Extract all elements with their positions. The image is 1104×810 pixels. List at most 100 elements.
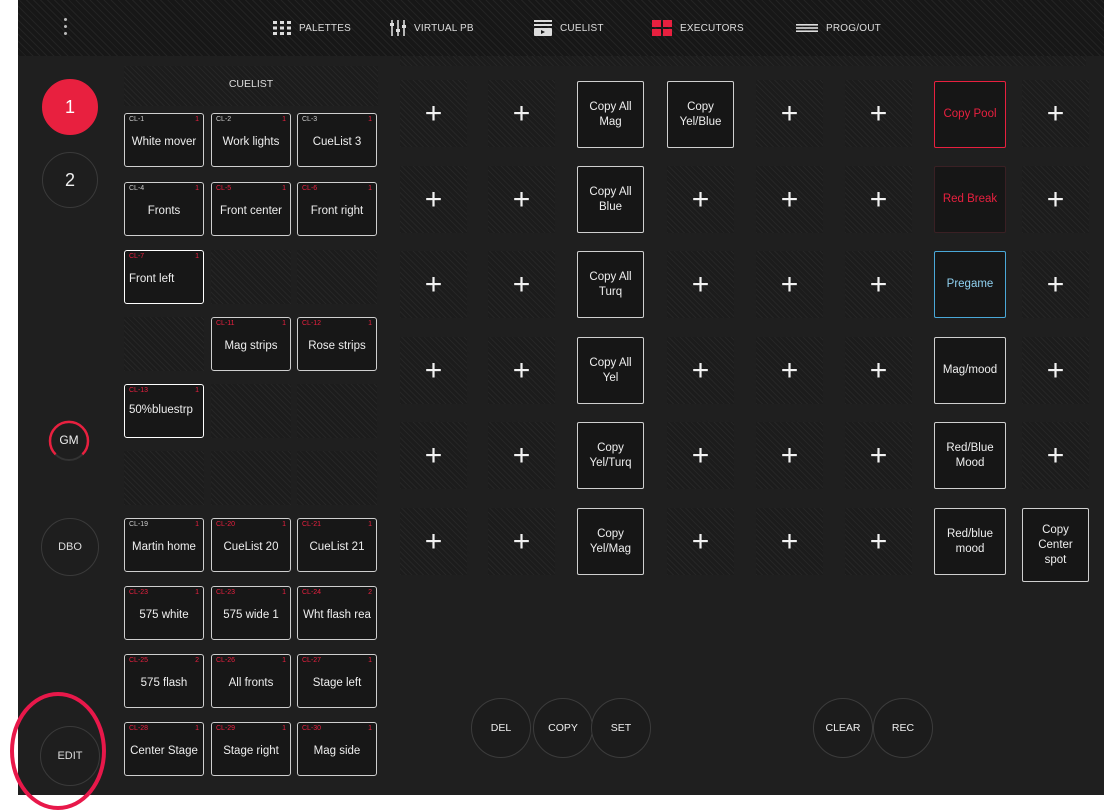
executor-add-button[interactable]: + [845, 337, 912, 404]
cue-cl-23[interactable]: CL-23 1 575 white [124, 586, 204, 640]
copy-button[interactable]: COPY [533, 698, 593, 758]
edit-button[interactable]: EDIT [40, 726, 100, 786]
cue-empty-slot[interactable] [297, 250, 377, 304]
executor-add-button[interactable]: + [488, 422, 555, 489]
executor-add-button[interactable]: + [400, 251, 467, 318]
page-1-button[interactable]: 1 [42, 79, 98, 135]
cue-cl-5[interactable]: CL-5 1 Front center [211, 182, 291, 236]
executor-add-button[interactable]: + [845, 508, 912, 575]
executor-add-button[interactable]: + [1022, 166, 1089, 233]
cue-cl-11[interactable]: CL-11 1 Mag strips [211, 317, 291, 371]
cue-cl-25[interactable]: CL-25 2 575 flash [124, 654, 204, 708]
cue-cl-4[interactable]: CL-4 1 Fronts [124, 182, 204, 236]
more-menu-icon[interactable] [62, 18, 68, 38]
executor-add-button[interactable]: + [845, 422, 912, 489]
cue-cl-13[interactable]: CL-13 1 50%bluestrp [124, 384, 204, 438]
executor-red-blue-mood[interactable]: Red/Blue Mood [934, 422, 1006, 489]
set-button[interactable]: SET [591, 698, 651, 758]
executor-add-button[interactable]: + [400, 508, 467, 575]
executor-add-button[interactable]: + [400, 422, 467, 489]
executor-add-button[interactable]: + [1022, 80, 1089, 147]
clear-button[interactable]: CLEAR [813, 698, 873, 758]
cue-empty-slot[interactable] [124, 317, 204, 371]
executor-copy-yel-blue[interactable]: Copy Yel/Blue [667, 81, 734, 148]
cue-cl-21[interactable]: CL-21 1 CueList 21 [297, 518, 377, 572]
executor-add-button[interactable]: + [488, 508, 555, 575]
executor-add-button[interactable]: + [667, 166, 734, 233]
cue-cl-20[interactable]: CL-20 1 CueList 20 [211, 518, 291, 572]
cue-empty-slot[interactable] [297, 384, 377, 438]
cue-cl-6[interactable]: CL-6 1 Front right [297, 182, 377, 236]
executor-add-button[interactable]: + [400, 166, 467, 233]
executor-add-button[interactable]: + [756, 166, 823, 233]
grand-master-button[interactable]: GM [46, 418, 92, 464]
dbo-button[interactable]: DBO [41, 518, 99, 576]
cue-cl-1[interactable]: CL-1 1 White mover [124, 113, 204, 167]
page-2-button[interactable]: 2 [42, 152, 98, 208]
executor-red-break[interactable]: Red Break [934, 166, 1006, 233]
executor-copy-all-blue[interactable]: Copy All Blue [577, 166, 644, 233]
cue-cl-23b[interactable]: CL-23 1 575 wide 1 [211, 586, 291, 640]
executor-add-button[interactable]: + [488, 337, 555, 404]
executor-add-button[interactable]: + [756, 337, 823, 404]
tab-palettes[interactable]: PALETTES [273, 0, 351, 56]
executor-copy-center-spot[interactable]: Copy Center spot [1022, 508, 1089, 582]
cue-cl-7[interactable]: CL-7 1 Front left [124, 250, 204, 304]
executor-add-button[interactable]: + [845, 80, 912, 147]
cue-empty-slot[interactable] [211, 384, 291, 438]
cue-cl-19[interactable]: CL-19 1 Martin home [124, 518, 204, 572]
cue-cl-3[interactable]: CL-3 1 CueList 3 [297, 113, 377, 167]
cue-label: Stage left [312, 677, 362, 689]
cue-empty-slot[interactable] [297, 451, 377, 505]
executor-add-button[interactable]: + [1022, 337, 1089, 404]
cue-empty-slot[interactable] [211, 451, 291, 505]
executor-add-button[interactable]: + [667, 337, 734, 404]
executor-add-button[interactable]: + [845, 251, 912, 318]
executor-copy-pool[interactable]: Copy Pool [934, 81, 1006, 148]
executor-pregame[interactable]: Pregame [934, 251, 1006, 318]
record-label: REC [891, 722, 915, 734]
cue-cl-29[interactable]: CL-29 1 Stage right [211, 722, 291, 776]
delete-button[interactable]: DEL [471, 698, 531, 758]
tab-cuelist[interactable]: CUELIST [534, 0, 604, 56]
tab-executors[interactable]: EXECUTORS [652, 0, 744, 56]
executor-add-button[interactable]: + [1022, 422, 1089, 489]
executor-add-button[interactable]: + [756, 508, 823, 575]
executor-add-button[interactable]: + [488, 251, 555, 318]
record-button[interactable]: REC [873, 698, 933, 758]
plus-icon: + [780, 524, 799, 558]
executor-mag-mood[interactable]: Mag/mood [934, 337, 1006, 404]
executor-add-button[interactable]: + [667, 508, 734, 575]
cue-cl-27[interactable]: CL-27 1 Stage left [297, 654, 377, 708]
executor-add-button[interactable]: + [756, 251, 823, 318]
executor-add-button[interactable]: + [667, 422, 734, 489]
cue-cl-2[interactable]: CL-2 1 Work lights [211, 113, 291, 167]
executor-add-button[interactable]: + [667, 251, 734, 318]
plus-icon: + [424, 182, 443, 216]
cue-empty-slot[interactable] [124, 451, 204, 505]
executor-add-button[interactable]: + [1022, 251, 1089, 318]
executor-add-button[interactable]: + [488, 166, 555, 233]
cue-cl-28[interactable]: CL-28 1 Center Stage [124, 722, 204, 776]
cue-cl-12[interactable]: CL-12 1 Rose strips [297, 317, 377, 371]
cue-empty-slot[interactable] [211, 250, 291, 304]
tab-virtual-pb[interactable]: VIRTUAL PB [390, 0, 474, 56]
cue-cl-26[interactable]: CL-26 1 All fronts [211, 654, 291, 708]
executor-copy-all-turq[interactable]: Copy All Turq [577, 251, 644, 318]
executor-copy-yel-turq[interactable]: Copy Yel/Turq [577, 422, 644, 489]
executor-red-blue-mood-2[interactable]: Red/blue mood [934, 508, 1006, 575]
executor-add-button[interactable]: + [400, 337, 467, 404]
tab-prog-out[interactable]: PROG/OUT [796, 0, 881, 56]
executor-copy-yel-mag[interactable]: Copy Yel/Mag [577, 508, 644, 575]
executor-add-button[interactable]: + [488, 80, 555, 147]
cue-cl-24[interactable]: CL-24 2 Wht flash rea [297, 586, 377, 640]
cue-count: 1 [195, 116, 199, 123]
executor-add-button[interactable]: + [756, 422, 823, 489]
executor-add-button[interactable]: + [400, 80, 467, 147]
executor-add-button[interactable]: + [756, 80, 823, 147]
executor-label: Copy Yel/Mag [589, 527, 632, 555]
executor-copy-all-mag[interactable]: Copy All Mag [577, 81, 644, 148]
executor-copy-all-yel[interactable]: Copy All Yel [577, 337, 644, 404]
executor-add-button[interactable]: + [845, 166, 912, 233]
cue-cl-30[interactable]: CL-30 1 Mag side [297, 722, 377, 776]
